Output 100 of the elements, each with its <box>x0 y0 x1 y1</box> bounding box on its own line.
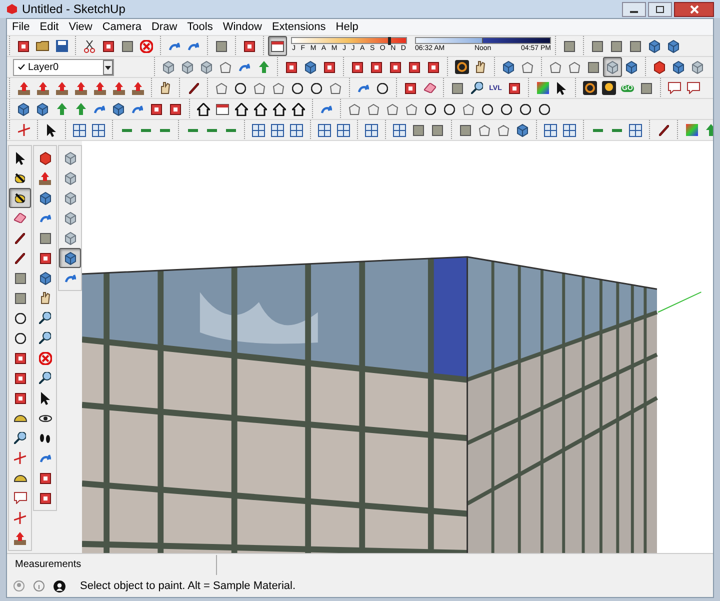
tool-button[interactable] <box>268 36 287 56</box>
square-icon <box>40 232 50 244</box>
outline-shape-icon <box>273 82 284 94</box>
square-icon <box>18 40 29 52</box>
layer-dropdown[interactable]: Layer0 <box>13 58 114 76</box>
minimize-icon <box>630 10 638 12</box>
no-entry-icon <box>38 352 52 364</box>
menu-item[interactable]: Edit <box>34 18 64 36</box>
square-icon <box>588 62 599 72</box>
close-button[interactable] <box>674 2 714 16</box>
time-slider[interactable] <box>415 36 551 44</box>
push-arrow-icon <box>74 82 86 94</box>
outline-shape-icon <box>349 104 360 114</box>
square-icon <box>14 292 26 304</box>
status-message: Select object to paint. Alt = Sample Material. <box>80 578 296 594</box>
app-logo-icon <box>6 3 18 15</box>
menu-item[interactable]: Tools <box>182 18 218 36</box>
menu-item[interactable]: View <box>64 18 98 36</box>
curved-arrow-icon <box>239 62 250 72</box>
magnifier-icon <box>39 332 51 344</box>
folder-icon <box>36 41 49 51</box>
minimize-button[interactable] <box>622 2 646 16</box>
window-icon <box>216 104 229 114</box>
house-icon <box>235 102 248 116</box>
axes-icon <box>14 452 26 464</box>
push-arrow-icon <box>14 532 26 544</box>
curved-arrow-icon <box>169 42 180 50</box>
color-square-icon <box>686 124 698 136</box>
hand-icon <box>161 82 170 94</box>
menu-item[interactable]: Help <box>330 18 364 36</box>
menu-item[interactable]: Extensions <box>266 18 331 36</box>
window-icon <box>271 40 284 52</box>
outline-shape-icon <box>569 62 580 72</box>
line-icon <box>160 128 170 132</box>
menu-item[interactable]: File <box>7 18 35 36</box>
window-title: Untitled - SketchUp <box>22 1 126 18</box>
axes-icon <box>18 124 30 136</box>
grid-icon <box>365 124 378 136</box>
maximize-icon <box>656 6 664 12</box>
square-icon <box>371 62 382 72</box>
push-arrow-icon <box>36 82 48 94</box>
protractor-icon <box>14 414 26 422</box>
eraser-icon <box>424 83 436 93</box>
push-arrow-icon <box>39 172 51 184</box>
outline-shape-icon <box>479 124 490 136</box>
outline-shape-icon <box>550 62 561 72</box>
line-icon <box>592 128 602 132</box>
measurements-box[interactable]: Measurements <box>7 554 217 574</box>
menu-item[interactable]: Window <box>218 18 267 36</box>
curved-arrow-icon <box>40 214 50 222</box>
square-icon <box>40 252 50 264</box>
outline-shape-icon <box>330 82 341 94</box>
outline-shape-icon <box>254 82 265 94</box>
gear-icon <box>454 60 468 74</box>
tool-button[interactable] <box>599 78 618 98</box>
menu-item[interactable]: Camera <box>97 18 146 36</box>
paint-bucket-icon <box>15 173 25 183</box>
push-arrow-icon <box>56 82 68 94</box>
scissors-icon <box>84 40 95 52</box>
model-viewport[interactable] <box>82 141 713 553</box>
house-icon <box>254 102 267 116</box>
square-icon <box>14 352 26 364</box>
grid-icon <box>393 124 406 136</box>
speech-bubble-icon <box>668 82 681 94</box>
tool-button[interactable] <box>9 188 31 208</box>
axes-icon <box>14 512 26 524</box>
measurements-label: Measurements <box>15 558 82 572</box>
magnifier-icon <box>39 372 51 384</box>
arrow-cursor-icon <box>47 124 56 136</box>
pencil-icon <box>15 252 25 264</box>
square-icon <box>216 40 227 52</box>
push-arrow-icon <box>132 82 144 94</box>
house-icon <box>273 102 286 116</box>
tool-button[interactable] <box>452 57 471 77</box>
slider-thumb[interactable] <box>388 36 391 44</box>
square-icon <box>14 392 26 404</box>
speech-bubble-icon <box>14 492 26 504</box>
square-icon <box>564 40 575 52</box>
square-icon <box>509 82 520 94</box>
square-icon <box>413 124 424 136</box>
eraser-icon <box>14 213 26 223</box>
outline-shape-icon <box>220 62 231 72</box>
curved-arrow-icon <box>40 454 50 462</box>
square-icon <box>151 104 162 114</box>
square-icon <box>40 472 50 484</box>
outline-shape-icon <box>368 104 379 114</box>
maximize-button[interactable] <box>648 2 672 16</box>
curved-arrow-icon <box>64 274 76 282</box>
paint-bucket-icon <box>15 193 25 203</box>
square-icon <box>641 82 652 94</box>
outline-shape-icon <box>387 104 398 114</box>
user-icon <box>53 580 66 592</box>
square-icon <box>286 62 297 72</box>
tool-button[interactable] <box>580 78 599 98</box>
menu-item[interactable]: Draw <box>146 18 182 36</box>
tool-button[interactable] <box>59 248 81 268</box>
magnifier-icon <box>14 432 26 444</box>
outline-shape-icon <box>498 124 509 136</box>
close-icon <box>690 4 698 14</box>
color-square-icon <box>536 82 548 94</box>
